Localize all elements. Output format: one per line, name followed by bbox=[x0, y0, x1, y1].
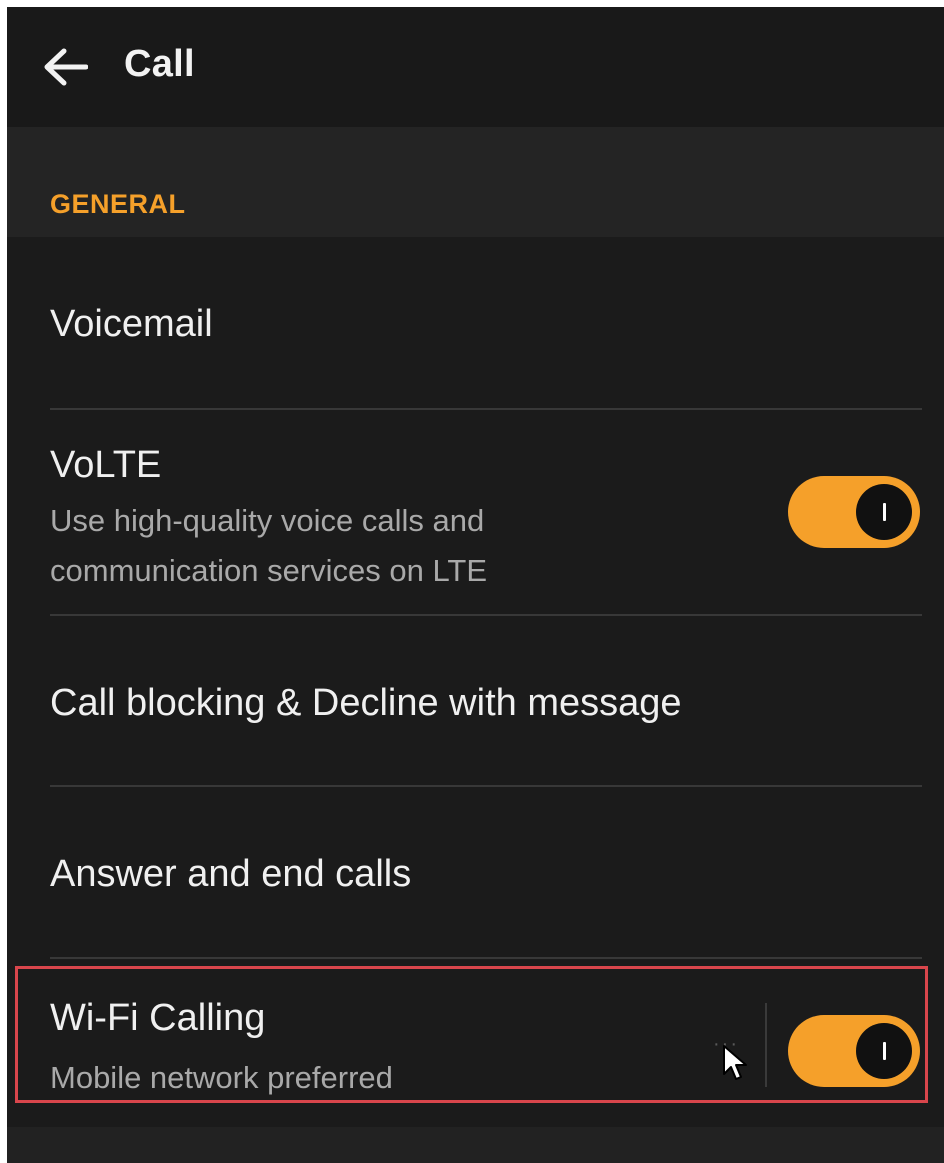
divider bbox=[50, 957, 922, 959]
toggle-knob bbox=[856, 484, 912, 540]
vertical-separator bbox=[765, 1003, 767, 1087]
section-header-general: GENERAL bbox=[7, 127, 944, 237]
setting-title: Voicemail bbox=[50, 303, 213, 345]
volte-toggle[interactable] bbox=[788, 476, 920, 548]
setting-subtitle: Mobile network preferred bbox=[50, 1060, 393, 1095]
setting-title: Answer and end calls bbox=[50, 853, 412, 895]
toggle-knob bbox=[856, 1023, 912, 1079]
app-bar: Call bbox=[7, 7, 944, 127]
wifi-calling-toggle[interactable] bbox=[788, 1015, 920, 1087]
setting-answer-end-calls[interactable]: Answer and end calls bbox=[7, 787, 944, 957]
setting-subtitle: Use high-quality voice calls and communi… bbox=[50, 503, 488, 588]
setting-wifi-calling[interactable]: Wi-Fi Calling Mobile network preferred ·… bbox=[7, 973, 944, 1110]
section-label: GENERAL bbox=[50, 189, 186, 219]
call-settings-screen: Call GENERAL Voicemail VoLTE Use high-qu… bbox=[7, 7, 944, 1163]
bottom-strip bbox=[7, 1127, 944, 1163]
setting-title: VoLTE bbox=[50, 444, 162, 486]
arrow-left-icon bbox=[44, 48, 88, 86]
mouse-cursor-icon bbox=[723, 1045, 747, 1080]
setting-title: Wi-Fi Calling bbox=[50, 997, 266, 1039]
setting-voicemail[interactable]: Voicemail bbox=[7, 237, 944, 409]
setting-call-blocking[interactable]: Call blocking & Decline with message bbox=[7, 616, 944, 786]
back-button[interactable] bbox=[37, 43, 93, 91]
setting-title: Call blocking & Decline with message bbox=[50, 682, 682, 724]
page-title: Call bbox=[124, 43, 195, 85]
setting-volte[interactable]: VoLTE Use high-quality voice calls and c… bbox=[7, 410, 944, 614]
